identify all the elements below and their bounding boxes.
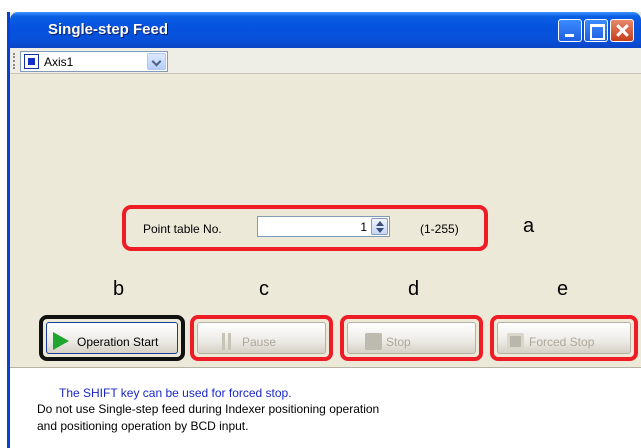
axis-icon xyxy=(24,54,39,69)
warning-line-1: Do not use Single-step feed during Index… xyxy=(37,402,380,416)
stop-label: Stop xyxy=(386,335,411,349)
play-icon xyxy=(53,332,69,350)
close-icon[interactable] xyxy=(610,19,634,42)
stop-highlight: Stop xyxy=(340,315,483,361)
pause-highlight: Pause xyxy=(190,315,333,361)
axis-select[interactable]: Axis1 xyxy=(20,51,168,72)
point-table-range: (1-255) xyxy=(420,222,459,236)
operation-start-highlight: Operation Start xyxy=(39,315,185,361)
axis-select-value: Axis1 xyxy=(44,55,74,69)
minimize-icon[interactable] xyxy=(558,19,582,42)
point-table-value: 1 xyxy=(360,220,367,234)
forced-stop-icon xyxy=(507,333,524,350)
pause-label: Pause xyxy=(242,335,277,349)
shift-key-hint: The SHIFT key can be used for forced sto… xyxy=(59,386,292,400)
pause-icon xyxy=(222,333,232,350)
operation-start-button[interactable]: Operation Start xyxy=(46,322,178,354)
callout-label-e: e xyxy=(557,278,569,300)
main-content: Point table No. 1 (1-255) a b c d e Oper… xyxy=(10,75,641,448)
callout-label-b: b xyxy=(113,278,125,300)
single-step-feed-window: Single-step Feed Axis1 Point table No. 1… xyxy=(7,12,641,448)
point-table-label: Point table No. xyxy=(143,222,222,236)
pause-button[interactable]: Pause xyxy=(197,322,326,354)
stop-button[interactable]: Stop xyxy=(347,322,476,354)
dropdown-arrow-icon[interactable] xyxy=(147,53,166,70)
operation-start-label: Operation Start xyxy=(77,335,159,349)
title-bar[interactable]: Single-step Feed xyxy=(10,12,641,48)
warning-line-2: and positioning operation by BCD input. xyxy=(37,419,249,433)
forced-stop-label: Forced Stop xyxy=(529,335,595,349)
maximize-icon[interactable] xyxy=(584,19,608,42)
message-area: The SHIFT key can be used for forced sto… xyxy=(10,367,641,448)
toolbar-grip-icon[interactable] xyxy=(13,53,15,69)
callout-label-d: d xyxy=(408,278,420,300)
point-table-input[interactable]: 1 xyxy=(257,216,390,237)
spinner-icon[interactable] xyxy=(371,218,388,235)
forced-stop-button[interactable]: Forced Stop xyxy=(497,322,631,354)
stop-icon xyxy=(365,333,382,350)
forced-stop-highlight: Forced Stop xyxy=(490,315,638,361)
toolbar: Axis1 xyxy=(10,48,641,74)
callout-label-a: a xyxy=(523,215,535,237)
point-table-highlight: Point table No. 1 (1-255) xyxy=(122,205,488,251)
callout-label-c: c xyxy=(259,278,269,300)
window-title: Single-step Feed xyxy=(48,21,169,38)
